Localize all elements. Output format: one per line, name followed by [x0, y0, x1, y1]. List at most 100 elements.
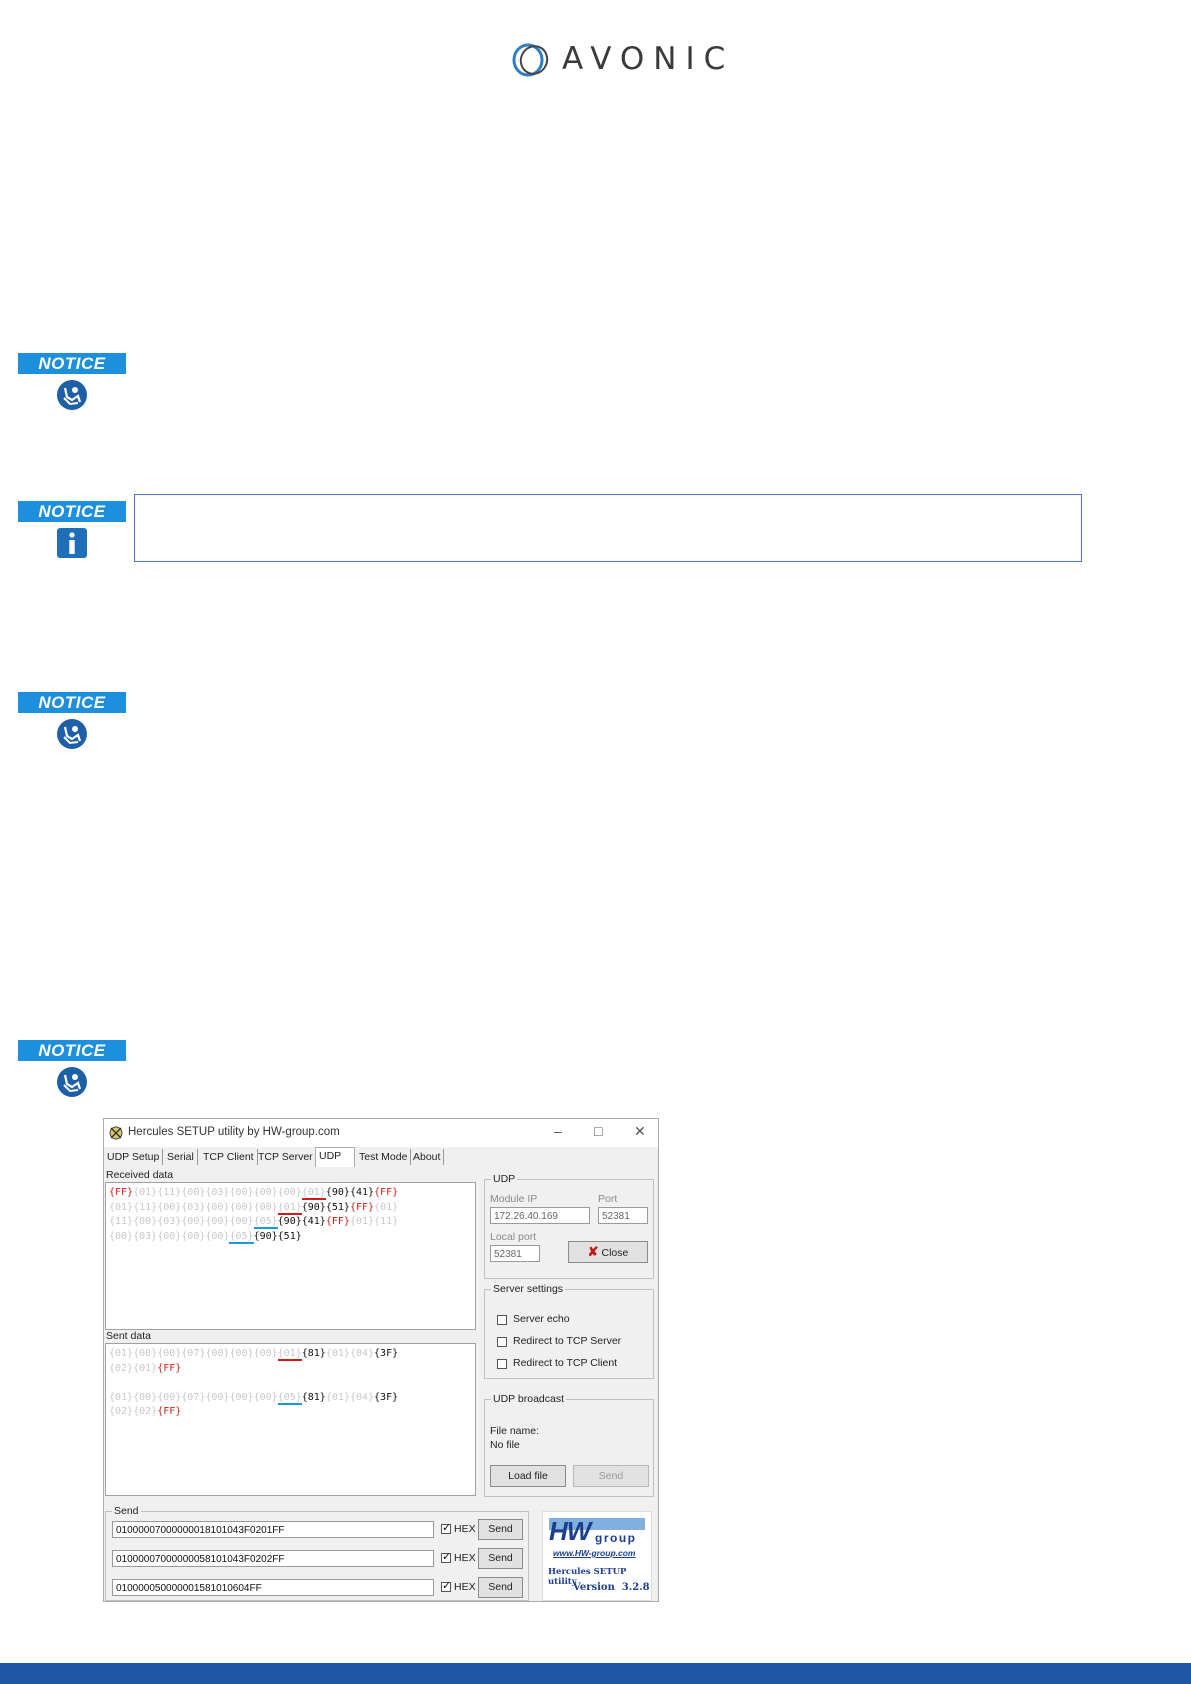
port-label: Port: [598, 1193, 618, 1205]
data-byte: {00}: [181, 1187, 206, 1198]
close-button-label: Close: [601, 1247, 629, 1259]
data-byte: {00}: [229, 1391, 254, 1403]
data-byte: {11}: [157, 1187, 182, 1198]
data-byte: {00}: [133, 1391, 158, 1403]
notice-3: NOTICE: [18, 692, 126, 750]
data-byte: {00}: [133, 1348, 158, 1359]
received-data-label: Received data: [106, 1169, 174, 1181]
data-byte: {01}: [277, 1201, 302, 1215]
redirect-tcp-client-checkbox[interactable]: [497, 1359, 507, 1369]
hercules-window: Hercules SETUP utility by HW-group.com –…: [103, 1118, 659, 1602]
hw-version: Version 3.2.8: [573, 1582, 650, 1593]
data-byte: {05}: [229, 1230, 254, 1244]
notice-box: [134, 494, 1082, 562]
send-button-1[interactable]: Send: [478, 1519, 523, 1540]
data-byte: {03}: [133, 1230, 158, 1242]
notice-label: NOTICE: [18, 501, 126, 522]
broadcast-send-button[interactable]: Send: [573, 1465, 649, 1487]
data-byte: {00}: [205, 1216, 230, 1227]
tab-tcp-server[interactable]: TCP Server: [255, 1149, 317, 1165]
data-byte: {3F}: [374, 1391, 399, 1403]
data-byte: {00}: [157, 1201, 182, 1213]
tab-tcp-client[interactable]: TCP Client: [200, 1149, 258, 1165]
send-input-3[interactable]: 010000050000001581010604FF: [112, 1579, 434, 1596]
tab-about[interactable]: About: [410, 1149, 445, 1165]
close-window-button[interactable]: ✕: [634, 1123, 646, 1140]
hw-url: www.HW-group.com: [553, 1548, 636, 1558]
data-byte: {00}: [229, 1348, 254, 1359]
hercules-app-icon: [109, 1126, 123, 1140]
notice-1: NOTICE: [18, 353, 126, 411]
data-byte: {02}: [133, 1406, 158, 1417]
close-button[interactable]: ✘ Close: [568, 1241, 648, 1263]
data-byte: {01}: [277, 1348, 302, 1361]
data-byte: {00}: [277, 1187, 302, 1198]
notice-4: NOTICE: [18, 1040, 126, 1098]
data-byte: {01}: [349, 1216, 375, 1227]
data-byte: {01}: [325, 1391, 350, 1403]
hex-checkbox-2[interactable]: [441, 1550, 451, 1563]
avonic-logo-mark-icon: [512, 43, 549, 77]
data-byte: {07}: [181, 1391, 206, 1403]
hw-brand: HW: [549, 1516, 591, 1546]
redirect-tcp-server-label: Redirect to TCP Server: [513, 1335, 622, 1347]
data-byte: {FF}: [157, 1362, 182, 1374]
data-byte: {00}: [109, 1230, 134, 1242]
data-byte: {04}: [349, 1391, 375, 1403]
tab-udp[interactable]: UDP: [315, 1147, 355, 1167]
data-byte: {81}: [301, 1348, 326, 1359]
server-echo-label: Server echo: [513, 1313, 570, 1325]
received-data-pane[interactable]: {FF}{01}{11}{00}{03}{00}{00}{00}{01}{90}…: [105, 1182, 476, 1330]
data-byte: {41}: [301, 1216, 326, 1227]
local-port-field[interactable]: 52381: [490, 1245, 540, 1262]
data-byte: {00}: [253, 1348, 278, 1359]
data-byte: {00}: [157, 1391, 182, 1403]
send-button-2[interactable]: Send: [478, 1548, 523, 1569]
person-reading-icon: [57, 1067, 87, 1097]
hex-checkbox-3[interactable]: [441, 1579, 451, 1592]
data-byte: {11}: [133, 1201, 158, 1213]
udp-group: UDP: [484, 1173, 654, 1279]
local-port-label: Local port: [490, 1231, 537, 1243]
data-byte: {51}: [277, 1230, 302, 1242]
tab-udp-setup[interactable]: UDP Setup: [104, 1149, 164, 1165]
server-settings-legend: Server settings: [493, 1283, 564, 1295]
data-byte: {51}: [325, 1201, 350, 1213]
data-byte: {07}: [181, 1348, 206, 1359]
data-byte: {01}: [325, 1348, 350, 1359]
load-file-button[interactable]: Load file: [490, 1465, 566, 1487]
data-byte: {01}: [109, 1201, 134, 1213]
send-input-2[interactable]: 01000007000000058101043F0202FF: [112, 1550, 434, 1567]
tab-serial[interactable]: Serial: [164, 1149, 198, 1165]
hex-checkbox-1[interactable]: [441, 1521, 451, 1534]
redirect-tcp-server-checkbox[interactable]: [497, 1337, 507, 1347]
send-button-3[interactable]: Send: [478, 1577, 523, 1598]
data-byte: {00}: [181, 1230, 206, 1242]
data-byte: {00}: [133, 1216, 158, 1227]
data-byte: {3F}: [374, 1348, 399, 1359]
port-field[interactable]: 52381: [598, 1207, 648, 1224]
data-byte: {00}: [157, 1348, 182, 1359]
data-byte: {90}: [253, 1230, 278, 1242]
data-byte: {00}: [205, 1201, 230, 1213]
data-byte: {03}: [157, 1216, 182, 1227]
data-byte: {00}: [253, 1391, 278, 1403]
sent-data-pane[interactable]: {01}{00}{00}{07}{00}{00}{00}{01}{81}{01}…: [105, 1343, 476, 1496]
data-byte: {FF}: [325, 1216, 350, 1227]
minimize-button[interactable]: –: [554, 1123, 562, 1139]
maximize-button[interactable]: □: [594, 1123, 602, 1139]
data-byte: {00}: [205, 1391, 230, 1403]
send-legend: Send: [114, 1505, 139, 1517]
server-echo-checkbox[interactable]: [497, 1315, 507, 1325]
send-input-1[interactable]: 01000007000000018101043F0201FF: [112, 1521, 434, 1538]
file-name-value: No file: [490, 1439, 520, 1451]
sent-data-label: Sent data: [106, 1330, 151, 1342]
tab-test-mode[interactable]: Test Mode: [356, 1149, 412, 1165]
data-byte: {01}: [133, 1362, 158, 1374]
red-x-icon: ✘: [587, 1244, 599, 1259]
data-byte: {00}: [229, 1216, 254, 1227]
data-byte: {00}: [205, 1348, 230, 1359]
module-ip-field[interactable]: 172.26.40.169: [490, 1207, 590, 1224]
udp-legend: UDP: [493, 1173, 516, 1185]
hw-group-logo: HW group www.HW-group.com Hercules SETUP…: [542, 1511, 652, 1601]
